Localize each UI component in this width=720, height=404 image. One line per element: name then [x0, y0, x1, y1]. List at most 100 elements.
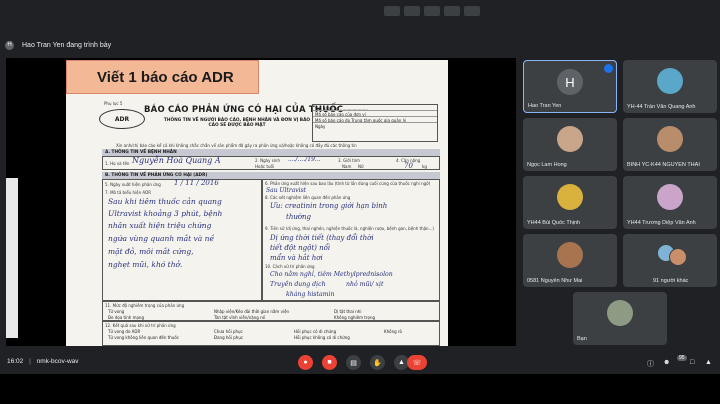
- name-label: 1. Họ và tên: [105, 161, 130, 166]
- adr-report-document: Viết 1 báo cáo ADR Phụ lục 5 ADR BÁO CÁO…: [66, 60, 448, 346]
- adr-logo: ADR: [99, 109, 145, 129]
- participant-name: Bạn: [577, 336, 587, 342]
- hw-lab-line: thường: [286, 213, 312, 221]
- presenting-label: Hao Tran Yen đang trình bày: [22, 41, 112, 49]
- severity-option: Tàn tật vĩnh viễn/nặng nề: [214, 315, 266, 320]
- avatar: [607, 300, 633, 326]
- emoji-icon[interactable]: [444, 6, 460, 16]
- raise-hand-button[interactable]: ✋: [370, 355, 385, 370]
- separator: |: [29, 358, 31, 365]
- present-icon[interactable]: [424, 6, 440, 16]
- hw-desc-line: mặt đỏ, môi mắt cứng,: [108, 247, 194, 256]
- outcome-label: 12. Kết quả sau khi xử trí phản ứng: [105, 323, 176, 328]
- hw-desc-line: Sau khi tiêm thuốc cản quang: [108, 197, 222, 206]
- hw-weight: 70: [404, 162, 413, 170]
- browser-top-bar: [0, 0, 720, 36]
- people-icon[interactable]: ☻: [663, 359, 670, 366]
- meeting-info: 16:02 | nmk-bcov-wav: [7, 358, 79, 365]
- self-tile[interactable]: Bạn: [573, 292, 667, 345]
- camera-off-icon: ■: [327, 359, 332, 366]
- severity-option: Dị tật thai nhi: [334, 309, 362, 314]
- participant-tile[interactable]: 0581 Nguyễn Như Mai: [523, 234, 617, 287]
- camera-off-button[interactable]: ■: [322, 355, 337, 370]
- participant-tile[interactable]: YH-44 Trần Văn Quang Anh: [623, 60, 717, 113]
- participant-name: 91 người khác: [653, 278, 689, 284]
- hw-treatment-line: kháng histamin: [286, 291, 335, 298]
- severity-option: Nhập viện/Kéo dài thời gian nằm viện: [214, 309, 290, 314]
- raise-hand-icon[interactable]: [464, 6, 480, 16]
- info-icon[interactable]: ⓘ: [647, 359, 654, 369]
- participant-tile[interactable]: Ngọc Lam Hong: [523, 118, 617, 171]
- presentation-stage: Viết 1 báo cáo ADR Phụ lục 5 ADR BÁO CÁO…: [6, 58, 516, 346]
- severity-option: Không nghiêm trọng: [334, 315, 376, 320]
- section-b-header: B. THÔNG TIN VỀ PHẢN ỨNG CÓ HẠI (ADR): [102, 172, 440, 179]
- form-subtitle: THÔNG TIN VỀ NGƯỜI BÁO CÁO, BỆNH NHÂN VÀ…: [163, 118, 311, 128]
- hw-treatment-line: Truyền dung dịch: [270, 281, 326, 288]
- participant-tile-presenter[interactable]: H Hao Tran Yen: [523, 60, 617, 113]
- outcome-option: Tử vong không liên quan đến thuốc: [108, 335, 179, 340]
- hw-name: Nguyễn Hoà Quang A: [132, 156, 221, 165]
- present-icon: ▲: [398, 359, 405, 366]
- hw-desc-line: nhân xuất hiện triệu chứng: [108, 221, 212, 230]
- avatar: H: [557, 69, 583, 95]
- avatar: [557, 126, 583, 152]
- participant-name: Hao Tran Yen: [528, 103, 562, 109]
- outcome-option: Hồi phục không có di chứng: [294, 335, 350, 340]
- hw-duration: Sau Ultravist: [266, 187, 307, 194]
- chat-icon[interactable]: □: [690, 359, 694, 366]
- hand-icon: ✋: [373, 359, 382, 367]
- page-thumbnail-strip: [6, 178, 18, 338]
- letterbox-strip: [0, 374, 720, 404]
- captions-icon: ▤: [350, 359, 357, 367]
- activities-icon[interactable]: ▲: [705, 359, 712, 366]
- avatar: [657, 126, 683, 152]
- clock: 16:02: [7, 358, 24, 365]
- hw-desc-line: Ultravist khoảng 3 phút, bệnh: [108, 209, 223, 218]
- participant-name: Ngọc Lam Hong: [527, 162, 567, 168]
- speaking-indicator-icon: [604, 64, 613, 73]
- participant-tile[interactable]: YH44 Bùi Quốc Thịnh: [523, 176, 617, 229]
- leave-call-button[interactable]: ☏: [407, 355, 427, 370]
- weight-unit: kg: [422, 164, 427, 169]
- hw-treatment-line: nhỏ mũi/ xịt: [346, 281, 384, 288]
- more-avatars: [655, 244, 687, 266]
- camera-icon[interactable]: [404, 6, 420, 16]
- avatar: [657, 68, 683, 94]
- more-participants-tile[interactable]: 91 người khác: [623, 234, 717, 287]
- outcome-option: Tử vong do ADR: [108, 329, 141, 334]
- avatar: [557, 242, 583, 268]
- history-label: 9. Tiền sử (dị ứng, thai nghén, nghiện t…: [265, 226, 434, 231]
- participant-name: YH44 Trương Diệp Vân Anh: [627, 220, 696, 226]
- sex-label: 3. Giới tính: [338, 158, 360, 163]
- sex-female: Nữ: [358, 164, 364, 169]
- avatar: [657, 184, 683, 210]
- hw-history-line: mẩn và hắt hơi: [270, 254, 323, 262]
- presenter-avatar: H: [5, 40, 14, 50]
- meeting-code: nmk-bcov-wav: [36, 358, 79, 365]
- age-label: Hoặc tuổi: [255, 164, 275, 169]
- office-row: Ngày: [315, 124, 326, 129]
- sex-male: Nam: [342, 164, 352, 169]
- outcome-option: Chưa hồi phục: [214, 329, 243, 334]
- hw-dob: ..../..../19...: [288, 156, 321, 163]
- treatment-label: 10. Cách xử trí phản ứng: [265, 264, 315, 269]
- severity-option: Tử vong: [108, 309, 125, 314]
- hw-history-line: Dị ứng thời tiết (thay đổi thời: [270, 234, 374, 242]
- outcome-option: Đang hồi phục: [214, 335, 244, 340]
- mic-off-button[interactable]: ●: [298, 355, 313, 370]
- participant-tile[interactable]: YH44 Trương Diệp Vân Anh: [623, 176, 717, 229]
- adr-date-label: 5. Ngày xuất hiện phản ứng: [105, 182, 161, 187]
- participant-name: BÌNH YC-K44 NGUYỄN THÁI: [627, 162, 700, 168]
- form-note: Xin anh/chị báo cáo kể cả khi không chắc…: [116, 143, 357, 148]
- captions-button[interactable]: ▤: [346, 355, 361, 370]
- participant-name: YH44 Bùi Quốc Thịnh: [527, 220, 581, 226]
- mic-icon[interactable]: [384, 6, 400, 16]
- dob-label: 2. Ngày sinh: [255, 158, 280, 163]
- outcome-option: Không rõ: [384, 329, 402, 334]
- outcome-option: Hồi phục có di chứng: [294, 329, 337, 334]
- participant-tile[interactable]: BÌNH YC-K44 NGUYỄN THÁI: [623, 118, 717, 171]
- hw-treatment-line: Cho nằm nghỉ, tiêm Methylprednisolon: [270, 271, 393, 278]
- participant-name: 0581 Nguyễn Như Mai: [527, 278, 583, 284]
- lab-label: 8. Các xét nghiệm liên quan đến phản ứng: [265, 195, 351, 200]
- participant-count-badge: 95: [677, 355, 687, 361]
